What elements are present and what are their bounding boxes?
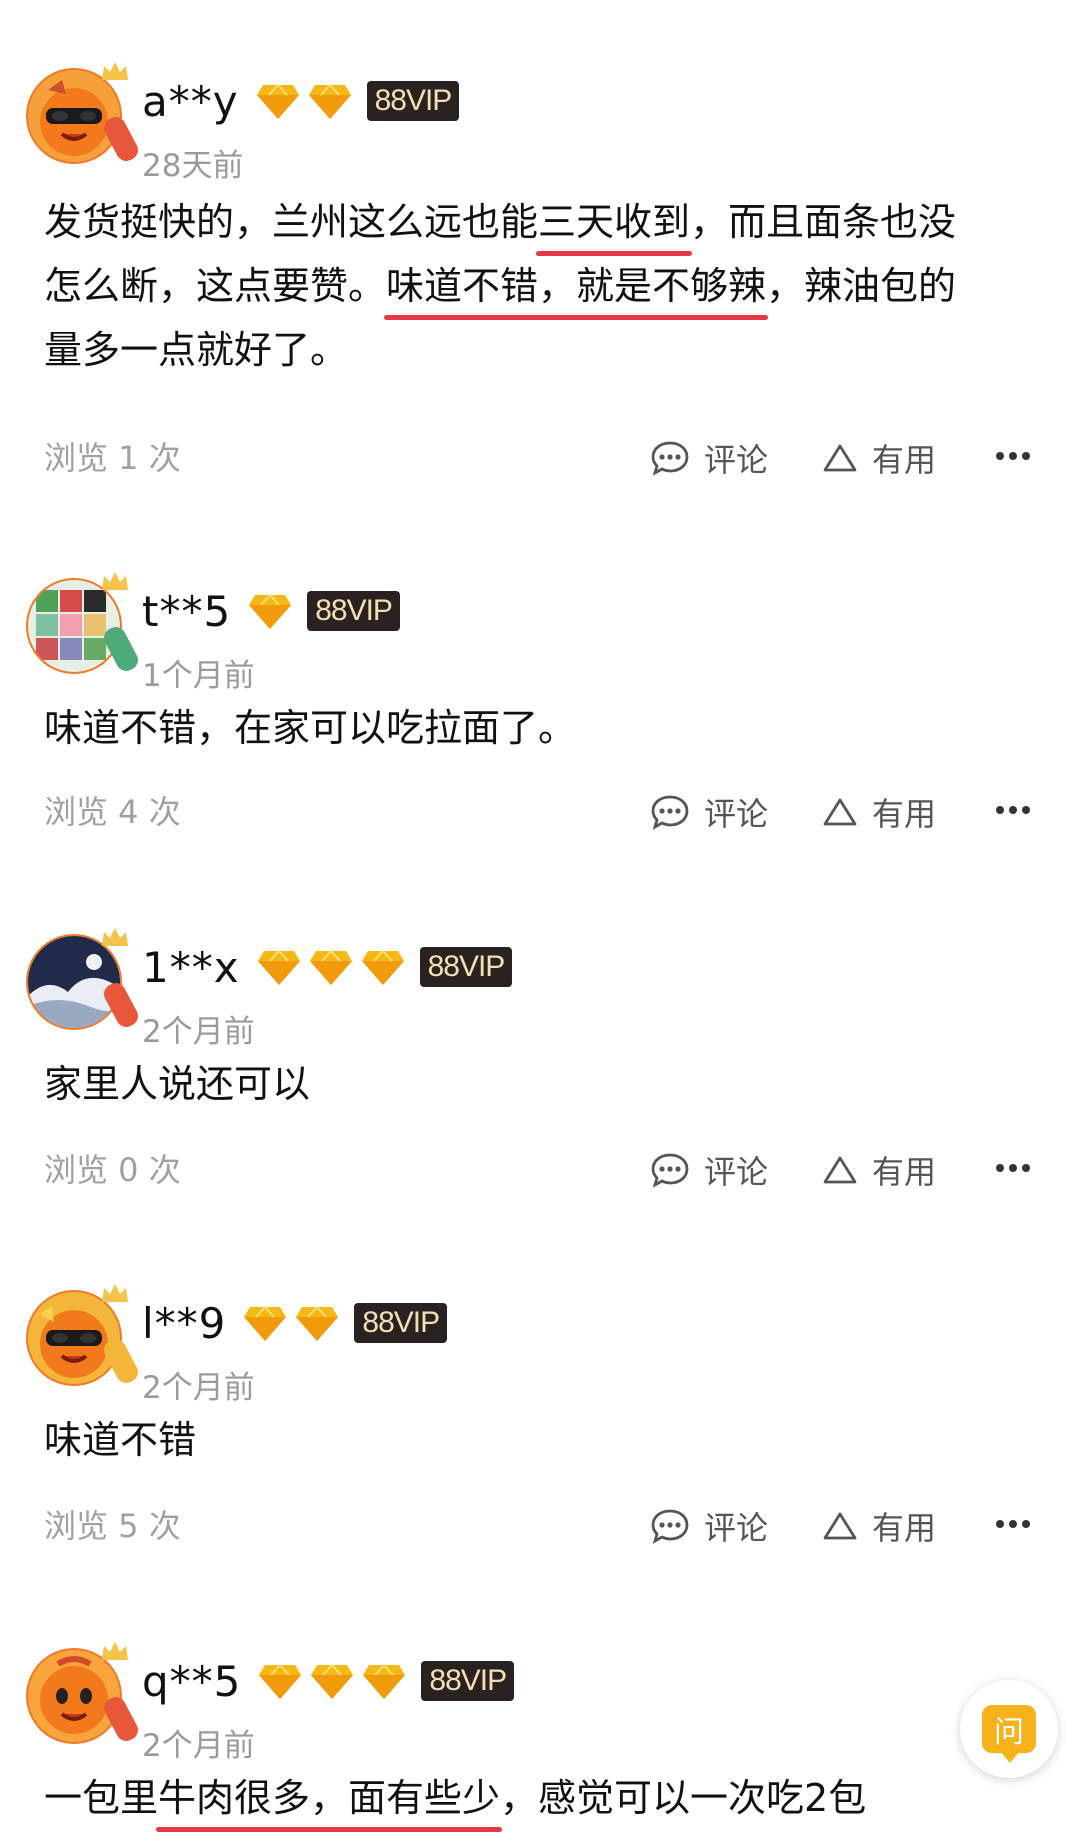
speech-bubble-icon	[651, 441, 689, 476]
ask-label: 问	[994, 1715, 1024, 1750]
ask-icon: 问	[982, 1705, 1036, 1763]
more-dots-icon[interactable]	[996, 1520, 1032, 1532]
crown-icon	[102, 1284, 128, 1302]
underlined-text: 三天收到	[538, 200, 691, 244]
useful-button[interactable]: 有用	[822, 1146, 936, 1194]
speech-bubble-icon	[651, 1153, 689, 1188]
useful-label: 有用	[872, 795, 937, 833]
review-text-segment: 量多一点就好了。	[44, 328, 349, 372]
triangle-icon	[823, 1512, 857, 1540]
mascot-face-icon	[40, 1306, 108, 1378]
more-dots-icon[interactable]	[996, 806, 1032, 818]
review-text: 味道不错，在家可以吃拉面了。	[44, 696, 1034, 760]
view-count: 浏览 4 次	[44, 793, 181, 831]
vip-badge: 88VIP	[366, 81, 460, 121]
comment-button[interactable]: 评论	[650, 1502, 768, 1550]
triangle-icon	[823, 798, 857, 826]
ask-question-button[interactable]: 问	[960, 1680, 1058, 1778]
comment-button[interactable]: 评论	[650, 434, 768, 482]
username[interactable]: 1**x	[142, 943, 240, 992]
landscape-avatar-icon	[28, 936, 120, 1028]
review-text-segment: ，感觉可以一次吃2包	[500, 1776, 867, 1820]
review-text-segment: 味道不错，在家可以吃拉面了。	[44, 706, 577, 750]
view-count: 浏览 5 次	[44, 1507, 181, 1545]
vip-badge: 88VIP	[354, 1303, 448, 1343]
review-text-segment: ，而且面条也没	[690, 200, 957, 244]
crown-icon	[102, 62, 128, 80]
view-count: 浏览 1 次	[44, 439, 181, 477]
comment-button[interactable]: 评论	[650, 1146, 768, 1194]
review-text-segment: ，辣油包的	[766, 264, 957, 308]
diamond-level-icon	[361, 949, 404, 985]
review-time: 2个月前	[142, 1370, 255, 1406]
crown-icon	[102, 572, 128, 590]
diamond-level-icon	[249, 593, 292, 629]
review-footer: 浏览 0 次 评论 有用	[0, 1146, 1079, 1194]
review-time: 2个月前	[142, 1728, 255, 1764]
review-text-segment: 一包里	[44, 1776, 159, 1820]
review-text: 发货挺快的，兰州这么远也能三天收到，而且面条也没 怎么断，这点要赞。味道不错，就…	[44, 190, 1034, 382]
more-dots-icon[interactable]	[996, 452, 1032, 464]
username[interactable]: a**y	[142, 77, 239, 126]
crown-icon	[102, 928, 128, 946]
useful-label: 有用	[872, 441, 937, 479]
diamond-level-icon	[308, 83, 351, 119]
vip-badge: 88VIP	[307, 591, 400, 631]
useful-label: 有用	[872, 1153, 937, 1191]
useful-button[interactable]: 有用	[822, 434, 936, 482]
username[interactable]: l**9	[142, 1299, 226, 1348]
review-time: 1个月前	[142, 658, 255, 694]
vip-badge: 88VIP	[421, 1661, 515, 1701]
useful-button[interactable]: 有用	[822, 1502, 936, 1550]
review-text: 味道不错	[44, 1408, 1034, 1472]
diamond-level-icon	[363, 1663, 406, 1699]
review-time: 2个月前	[142, 1014, 255, 1050]
comment-label: 评论	[704, 795, 769, 833]
review-footer: 浏览 1 次 评论 有用	[0, 434, 1079, 482]
review-footer: 浏览 4 次 评论 有用	[0, 788, 1079, 836]
review-text: 家里人说还可以	[44, 1052, 1034, 1116]
diamond-level-icon	[259, 1663, 302, 1699]
review-text-segment: 发货挺快的，兰州这么远也能	[44, 200, 539, 244]
more-dots-icon[interactable]	[996, 1164, 1032, 1176]
comment-label: 评论	[704, 1153, 769, 1191]
triangle-icon	[823, 1156, 857, 1184]
crown-icon	[102, 1642, 128, 1660]
user-avatar[interactable]	[26, 928, 142, 1034]
review-text-segment: 怎么断，这点要赞。	[44, 264, 387, 308]
review-footer: 浏览 5 次 评论 有用	[0, 1502, 1079, 1550]
user-avatar[interactable]	[26, 1642, 142, 1748]
vip-badge: 88VIP	[419, 947, 513, 987]
diamond-level-icon	[256, 83, 299, 119]
review-text-segment: 味道不错	[44, 1418, 197, 1462]
review-time: 28天前	[142, 148, 244, 184]
diamond-level-icon	[257, 949, 300, 985]
diamond-level-icon	[296, 1305, 339, 1341]
mascot-face-icon	[40, 80, 108, 156]
collage-avatar-icon	[36, 590, 106, 660]
diamond-level-icon	[244, 1305, 287, 1341]
username[interactable]: q**5	[142, 1657, 241, 1706]
user-avatar[interactable]	[26, 572, 142, 678]
mascot-face-icon	[40, 1656, 108, 1734]
comment-label: 评论	[704, 1509, 769, 1547]
comment-label: 评论	[704, 441, 769, 479]
speech-bubble-icon	[651, 1509, 689, 1544]
useful-label: 有用	[872, 1509, 937, 1547]
speech-bubble-icon	[651, 795, 689, 830]
review-text: 一包里牛肉很多，面有些少，感觉可以一次吃2包	[44, 1766, 1034, 1830]
triangle-icon	[823, 444, 857, 472]
useful-button[interactable]: 有用	[822, 788, 936, 836]
underlined-text: 味道不错，就是不够辣	[386, 264, 767, 308]
diamond-level-icon	[309, 949, 352, 985]
comment-button[interactable]: 评论	[650, 788, 768, 836]
user-avatar[interactable]	[26, 62, 142, 168]
underlined-text: 牛肉很多，面有些少	[158, 1776, 501, 1820]
username[interactable]: t**5	[142, 587, 231, 636]
review-text-segment: 家里人说还可以	[44, 1062, 311, 1106]
view-count: 浏览 0 次	[44, 1151, 181, 1189]
user-avatar[interactable]	[26, 1284, 142, 1390]
diamond-level-icon	[311, 1663, 354, 1699]
